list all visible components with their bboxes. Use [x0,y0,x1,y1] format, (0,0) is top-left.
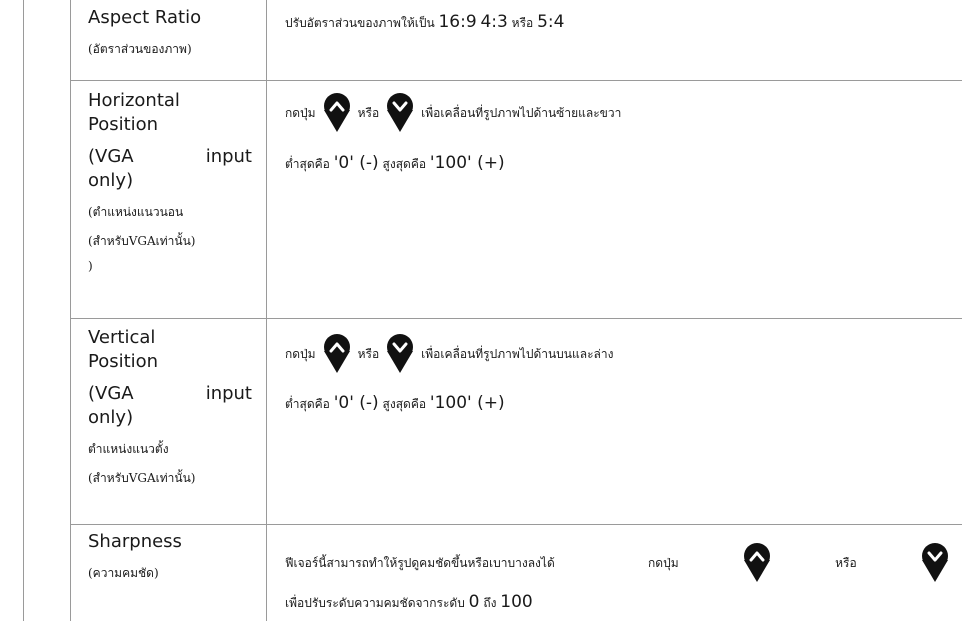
table-border-col2 [266,0,267,621]
row-divider-2 [70,318,962,319]
sharpness-or-text: หรือ [835,555,857,570]
horizontal-thai-line1: (ตำแหน่งแนวนอน [88,205,184,219]
horizontal-vga-word: (VGA [88,146,134,167]
aspect-ratio-title: Aspect Ratio [88,7,202,28]
horizontal-min-value: '0' (-) [333,153,379,173]
sharpness-max-value: 100 [500,592,533,612]
sharpness-min-value: 0 [468,592,480,612]
up-arrow-button-icon [322,333,352,375]
down-arrow-button-icon [385,92,415,134]
sharpness-range-text: เพื่อปรับระดับความคมชัดจากระดับ [285,596,465,610]
vertical-thai-line2: (สำหรับVGAเท่านั้น) [88,471,196,485]
sharpness-range: เพื่อปรับระดับความคมชัดจากระดับ 0 ถึง 10… [285,592,533,613]
aspect-ratio-description: ปรับอัตราส่วนของภาพให้เป็น 16:9 4:3 หรือ… [285,12,564,33]
sharpness-to-text: ถึง [483,596,497,610]
horizontal-thai-line2: (สำหรับVGAเท่านั้น) [88,234,196,248]
aspect-option-4-3: 4:3 [480,12,508,32]
vertical-only-line: only) [88,407,134,428]
aspect-or-text: หรือ [511,16,534,30]
horizontal-position-label: Horizontal Position (VGA input only) (ตำ… [88,89,258,273]
vertical-thai-line1: ตำแหน่งแนวตั้ง [88,442,169,456]
vertical-title-line2: Position [88,351,159,372]
horizontal-action-text: เพื่อเคลื่อนที่รูปภาพไปด้านซ้ายและขวา [421,105,622,120]
down-arrow-button-icon [385,333,415,375]
horizontal-press-text: กดปุ่ม [285,105,316,120]
horizontal-or-text: หรือ [357,105,380,120]
vertical-instruction: กดปุ่ม หรือ เพื่อเคลื่อนที่รูปภาพไปด้านบ… [285,333,614,375]
vertical-range: ต่ำสุดคือ '0' (-) สูงสุดคือ '100' (+) [285,393,505,414]
horizontal-input-word: input [205,146,252,167]
row-divider-1 [70,80,962,81]
horizontal-max-label: สูงสุดคือ [382,157,427,171]
vertical-action-text: เพื่อเคลื่อนที่รูปภาพไปด้านบนและล่าง [421,346,614,361]
table-border-col1 [70,0,71,621]
horizontal-title-line1: Horizontal [88,90,180,111]
vertical-input-word: input [205,383,252,404]
horizontal-thai-line3: ) [88,259,93,273]
vertical-or-text: หรือ [357,346,380,361]
vertical-position-label: Vertical Position (VGA input only) ตำแหน… [88,326,258,488]
horizontal-max-value: '100' (+) [429,153,505,173]
vertical-max-value: '100' (+) [429,393,505,413]
horizontal-vga-line: (VGA input [88,145,252,169]
sharpness-press-text: กดปุ่ม [648,555,679,570]
table-border-left [23,0,24,621]
sharpness-subtitle: (ความคมชัด) [88,566,159,580]
aspect-ratio-text: ปรับอัตราส่วนของภาพให้เป็น [285,16,439,30]
down-arrow-button-icon [920,542,950,584]
sharpness-text: ฟีเจอร์นี้สามารถทำให้รูปดูคมชัดขึ้นหรือเ… [285,555,555,570]
horizontal-only-line: only) [88,170,134,191]
aspect-option-16-9: 16:9 [438,12,477,32]
aspect-ratio-subtitle: (อัตราส่วนของภาพ) [88,42,192,56]
vertical-title-line1: Vertical [88,327,156,348]
row-divider-3 [70,524,962,525]
sharpness-label: Sharpness (ความคมชัด) [88,530,258,583]
vertical-min-value: '0' (-) [333,393,379,413]
aspect-ratio-label: Aspect Ratio (อัตราส่วนของภาพ) [88,6,258,59]
horizontal-title-line2: Position [88,114,159,135]
vertical-max-label: สูงสุดคือ [382,397,427,411]
vertical-press-text: กดปุ่ม [285,346,316,361]
sharpness-instruction: ฟีเจอร์นี้สามารถทำให้รูปดูคมชัดขึ้นหรือเ… [285,542,950,584]
vertical-vga-word: (VGA [88,383,134,404]
horizontal-instruction: กดปุ่ม หรือ เพื่อเคลื่อนที่รูปภาพไปด้านซ… [285,92,621,134]
vertical-min-label: ต่ำสุดคือ [285,397,330,411]
aspect-option-5-4: 5:4 [537,12,565,32]
horizontal-range: ต่ำสุดคือ '0' (-) สูงสุดคือ '100' (+) [285,153,505,174]
up-arrow-button-icon [322,92,352,134]
up-arrow-button-icon [742,542,772,584]
vertical-vga-line: (VGA input [88,382,252,406]
sharpness-title: Sharpness [88,531,182,552]
horizontal-min-label: ต่ำสุดคือ [285,157,330,171]
